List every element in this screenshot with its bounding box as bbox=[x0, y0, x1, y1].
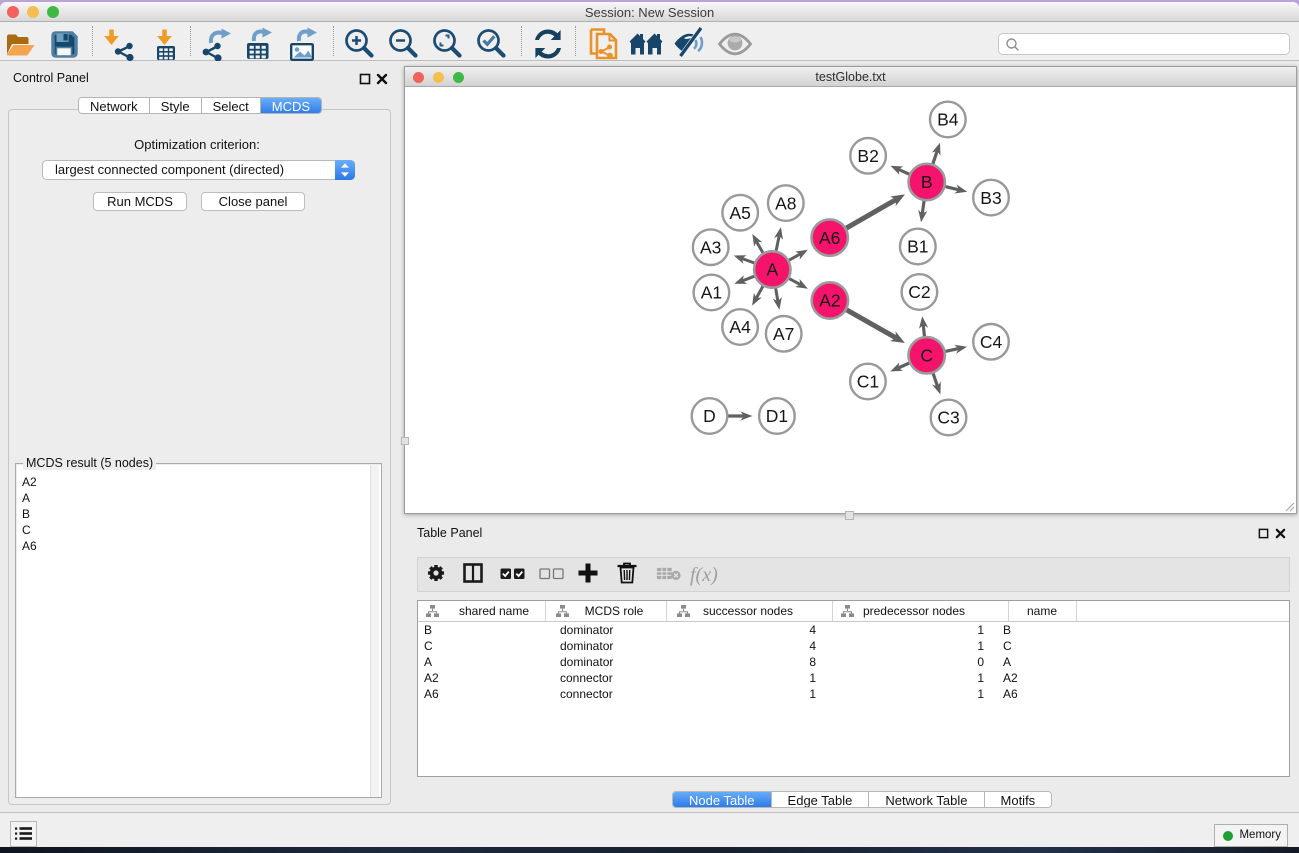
svg-text:B2: B2 bbox=[857, 146, 878, 166]
svg-text:B: B bbox=[921, 172, 933, 192]
svg-text:B3: B3 bbox=[980, 188, 1001, 208]
svg-text:B4: B4 bbox=[937, 110, 959, 130]
svg-text:C3: C3 bbox=[937, 408, 959, 428]
svg-text:C: C bbox=[920, 346, 933, 366]
svg-text:A: A bbox=[766, 260, 778, 280]
svg-text:A5: A5 bbox=[729, 203, 750, 223]
svg-text:C1: C1 bbox=[857, 372, 879, 392]
svg-text:A1: A1 bbox=[701, 283, 722, 303]
svg-text:D: D bbox=[703, 406, 716, 426]
svg-text:C2: C2 bbox=[908, 282, 930, 302]
svg-text:C4: C4 bbox=[980, 332, 1003, 352]
svg-text:A8: A8 bbox=[775, 193, 796, 213]
svg-text:A4: A4 bbox=[729, 317, 751, 337]
svg-text:A2: A2 bbox=[819, 291, 840, 311]
svg-text:A6: A6 bbox=[819, 228, 840, 248]
svg-text:B1: B1 bbox=[907, 237, 928, 257]
svg-text:D1: D1 bbox=[766, 406, 788, 426]
svg-text:A7: A7 bbox=[773, 324, 794, 344]
svg-text:A3: A3 bbox=[700, 237, 721, 257]
